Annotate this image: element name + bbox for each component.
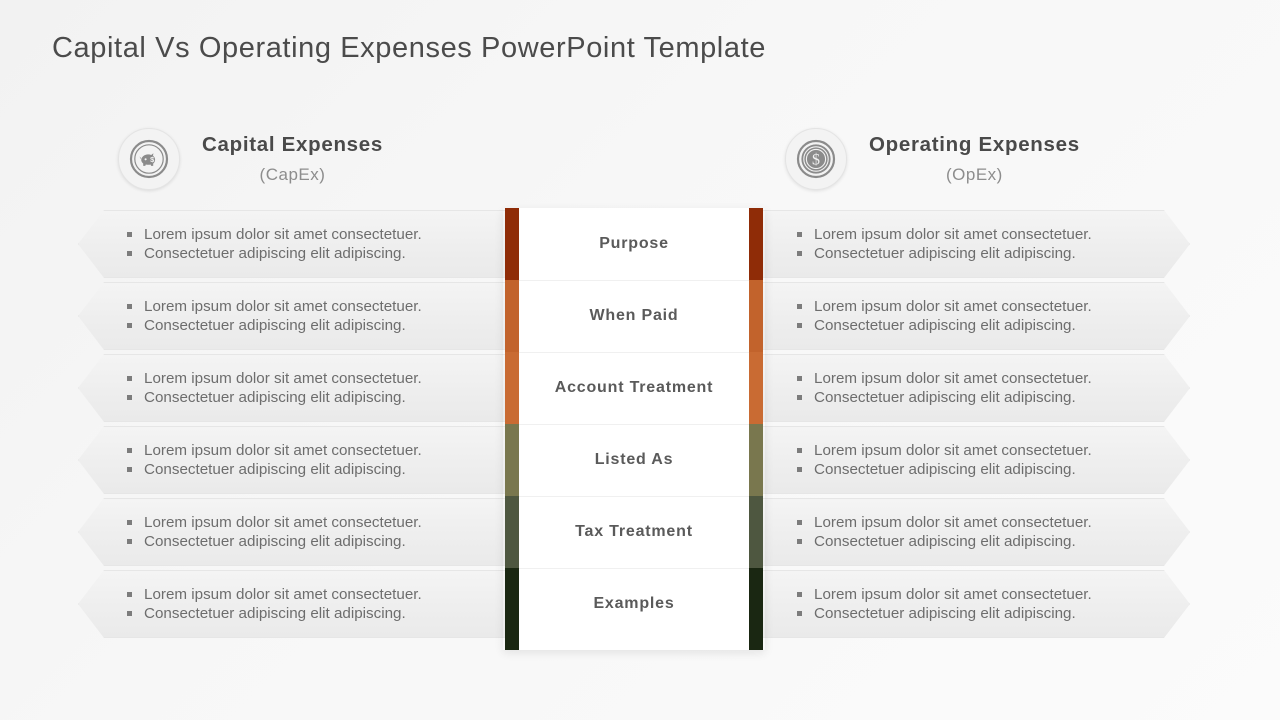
bullet-item: Lorem ipsum dolor sit amet consectetuer. (127, 513, 422, 533)
bullet-list: Lorem ipsum dolor sit amet consectetuer.… (127, 513, 422, 552)
row-color-bar-right-foot (749, 640, 763, 650)
row-color-bar-right (749, 208, 763, 280)
row-label-cell[interactable]: Examples (519, 568, 749, 640)
bullet-item: Lorem ipsum dolor sit amet consectetuer. (797, 513, 1092, 533)
row-divider (519, 424, 749, 425)
row-color-bar-right (749, 568, 763, 640)
column-title-capital: Capital Expenses (202, 133, 383, 156)
bullet-list: Lorem ipsum dolor sit amet consectetuer.… (797, 225, 1092, 264)
row-divider (519, 568, 749, 569)
slide-canvas: Capital Vs Operating Expenses PowerPoint… (0, 0, 1280, 720)
table-row: Lorem ipsum dolor sit amet consectetuer.… (0, 424, 1280, 496)
column-subtitle-opex: (OpEx) (946, 165, 1003, 184)
row-color-bar-left (505, 280, 519, 352)
bullet-item: Lorem ipsum dolor sit amet consectetuer. (797, 225, 1092, 245)
capital-expense-cell[interactable]: Lorem ipsum dolor sit amet consectetuer.… (78, 210, 512, 278)
row-label-cell[interactable]: Purpose (519, 208, 749, 280)
bullet-item: Consectetuer adipiscing elit adipiscing. (127, 532, 422, 552)
row-color-bar-right (749, 496, 763, 568)
row-color-bar-left (505, 352, 519, 424)
center-column-foot (519, 640, 749, 650)
row-color-bar-right (749, 280, 763, 352)
bullet-list: Lorem ipsum dolor sit amet consectetuer.… (797, 441, 1092, 480)
dollar-coin-icon: $ (785, 128, 847, 190)
svg-text:$: $ (150, 155, 154, 164)
table-row: Lorem ipsum dolor sit amet consectetuer.… (0, 568, 1280, 640)
row-color-bar-left (505, 496, 519, 568)
bullet-item: Consectetuer adipiscing elit adipiscing. (797, 460, 1092, 480)
bullet-item: Consectetuer adipiscing elit adipiscing. (127, 388, 422, 408)
operating-expense-cell[interactable]: Lorem ipsum dolor sit amet consectetuer.… (756, 354, 1190, 422)
bullet-item: Consectetuer adipiscing elit adipiscing. (127, 604, 422, 624)
table-row: Lorem ipsum dolor sit amet consectetuer.… (0, 280, 1280, 352)
svg-text:$: $ (812, 152, 820, 169)
bullet-item: Consectetuer adipiscing elit adipiscing. (797, 604, 1092, 624)
capital-expense-cell[interactable]: Lorem ipsum dolor sit amet consectetuer.… (78, 570, 512, 638)
bullet-list: Lorem ipsum dolor sit amet consectetuer.… (127, 225, 422, 264)
capital-expense-cell[interactable]: Lorem ipsum dolor sit amet consectetuer.… (78, 354, 512, 422)
capital-expense-cell[interactable]: Lorem ipsum dolor sit amet consectetuer.… (78, 282, 512, 350)
page-title: Capital Vs Operating Expenses PowerPoint… (52, 32, 766, 64)
bullet-list: Lorem ipsum dolor sit amet consectetuer.… (127, 441, 422, 480)
table-row: Lorem ipsum dolor sit amet consectetuer.… (0, 352, 1280, 424)
row-label: Examples (593, 595, 675, 612)
operating-expense-cell[interactable]: Lorem ipsum dolor sit amet consectetuer.… (756, 282, 1190, 350)
bullet-item: Lorem ipsum dolor sit amet consectetuer. (797, 369, 1092, 389)
bullet-item: Consectetuer adipiscing elit adipiscing. (797, 388, 1092, 408)
bullet-item: Consectetuer adipiscing elit adipiscing. (127, 244, 422, 264)
row-color-bar-left (505, 208, 519, 280)
bullet-item: Consectetuer adipiscing elit adipiscing. (127, 460, 422, 480)
bullet-item: Consectetuer adipiscing elit adipiscing. (797, 244, 1092, 264)
operating-expense-cell[interactable]: Lorem ipsum dolor sit amet consectetuer.… (756, 210, 1190, 278)
row-color-bar-left (505, 568, 519, 640)
operating-expense-cell[interactable]: Lorem ipsum dolor sit amet consectetuer.… (756, 570, 1190, 638)
row-label-cell[interactable]: When Paid (519, 280, 749, 352)
bullet-list: Lorem ipsum dolor sit amet consectetuer.… (127, 585, 422, 624)
row-label: Account Treatment (554, 379, 714, 396)
bullet-list: Lorem ipsum dolor sit amet consectetuer.… (797, 297, 1092, 336)
bullet-list: Lorem ipsum dolor sit amet consectetuer.… (797, 513, 1092, 552)
column-title-operating: Operating Expenses (869, 133, 1080, 156)
bullet-item: Lorem ipsum dolor sit amet consectetuer. (127, 585, 422, 605)
row-color-bar-right (749, 352, 763, 424)
bullet-list: Lorem ipsum dolor sit amet consectetuer.… (797, 369, 1092, 408)
table-row: Lorem ipsum dolor sit amet consectetuer.… (0, 208, 1280, 280)
row-label: Listed As (594, 451, 674, 468)
bullet-item: Lorem ipsum dolor sit amet consectetuer. (797, 297, 1092, 317)
comparison-table: Lorem ipsum dolor sit amet consectetuer.… (0, 208, 1280, 640)
bullet-item: Consectetuer adipiscing elit adipiscing. (127, 316, 422, 336)
row-divider (519, 496, 749, 497)
row-divider (519, 280, 749, 281)
bullet-item: Lorem ipsum dolor sit amet consectetuer. (127, 225, 422, 245)
bullet-item: Consectetuer adipiscing elit adipiscing. (797, 316, 1092, 336)
operating-expense-cell[interactable]: Lorem ipsum dolor sit amet consectetuer.… (756, 426, 1190, 494)
bullet-item: Lorem ipsum dolor sit amet consectetuer. (797, 585, 1092, 605)
bullet-item: Lorem ipsum dolor sit amet consectetuer. (797, 441, 1092, 461)
row-label-cell[interactable]: Listed As (519, 424, 749, 496)
row-label: Tax Treatment (575, 523, 693, 540)
table-row: Lorem ipsum dolor sit amet consectetuer.… (0, 496, 1280, 568)
bullet-item: Lorem ipsum dolor sit amet consectetuer. (127, 297, 422, 317)
bullet-item: Consectetuer adipiscing elit adipiscing. (797, 532, 1092, 552)
column-subtitle-capex: (CapEx) (259, 165, 326, 184)
capital-expense-cell[interactable]: Lorem ipsum dolor sit amet consectetuer.… (78, 498, 512, 566)
row-label: Purpose (599, 235, 669, 252)
piggy-bank-coin-icon: $ (118, 128, 180, 190)
bullet-item: Lorem ipsum dolor sit amet consectetuer. (127, 369, 422, 389)
row-divider (519, 352, 749, 353)
operating-expense-cell[interactable]: Lorem ipsum dolor sit amet consectetuer.… (756, 498, 1190, 566)
row-color-bar-left-foot (505, 640, 519, 650)
row-color-bar-left (505, 424, 519, 496)
bullet-list: Lorem ipsum dolor sit amet consectetuer.… (797, 585, 1092, 624)
capital-expense-cell[interactable]: Lorem ipsum dolor sit amet consectetuer.… (78, 426, 512, 494)
row-label: When Paid (589, 307, 679, 324)
bullet-list: Lorem ipsum dolor sit amet consectetuer.… (127, 297, 422, 336)
column-header-capital: $ Capital Expenses (CapEx) (118, 128, 383, 190)
row-label-cell[interactable]: Account Treatment (519, 352, 749, 424)
column-header-operating: $ Operating Expenses (OpEx) (785, 128, 1080, 190)
row-color-bar-right (749, 424, 763, 496)
bullet-list: Lorem ipsum dolor sit amet consectetuer.… (127, 369, 422, 408)
row-label-cell[interactable]: Tax Treatment (519, 496, 749, 568)
bullet-item: Lorem ipsum dolor sit amet consectetuer. (127, 441, 422, 461)
